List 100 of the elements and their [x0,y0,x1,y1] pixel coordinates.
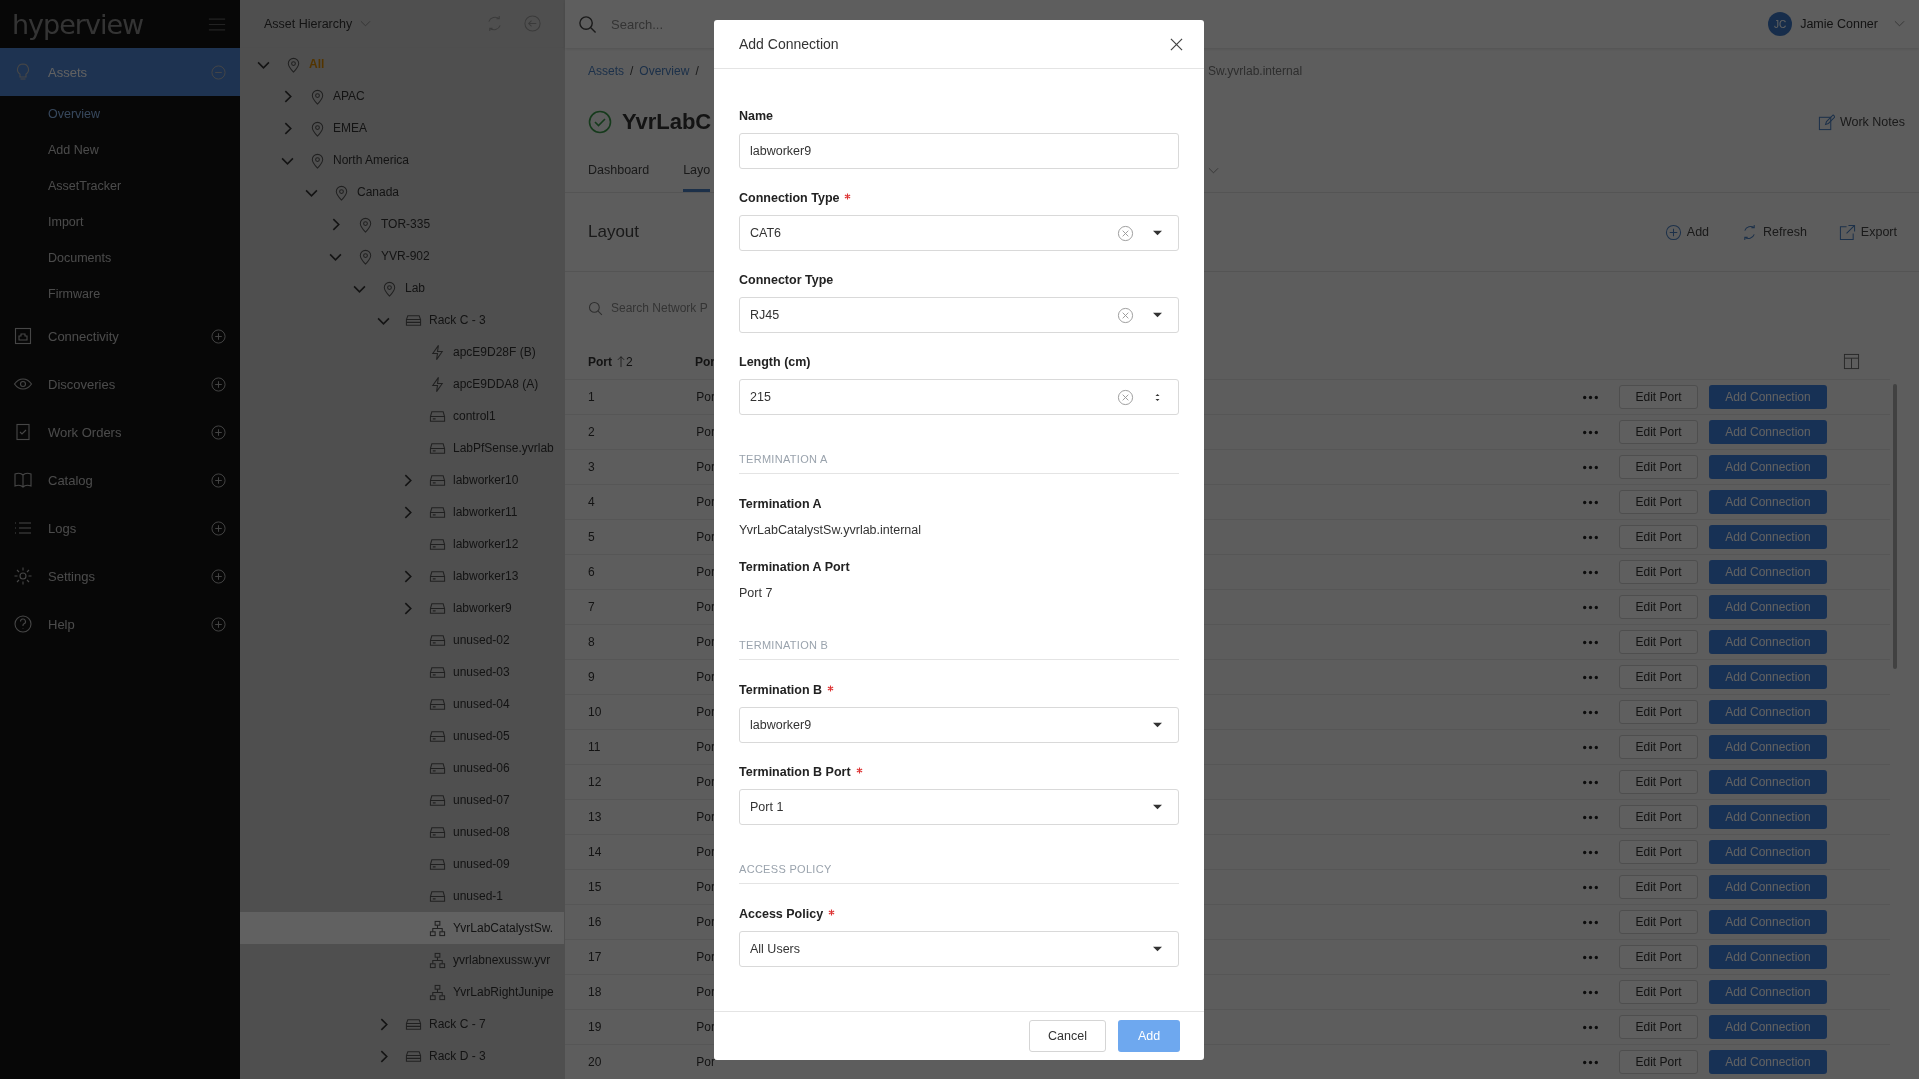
tree-item[interactable]: labworker12 [240,528,564,560]
tree-item[interactable]: unused-09 [240,848,564,880]
edit-port-button[interactable]: Edit Port [1619,875,1698,899]
add-connection-button[interactable]: Add Connection [1709,420,1827,444]
chevron-down-icon[interactable] [1208,167,1219,175]
nav-subitem[interactable]: Documents [0,240,240,276]
edit-port-button[interactable]: Edit Port [1619,700,1698,724]
edit-port-button[interactable]: Edit Port [1619,595,1698,619]
expand-icon[interactable] [211,616,226,632]
nav-item[interactable]: Assets [0,48,240,96]
tree-item[interactable]: unused-04 [240,688,564,720]
nav-item[interactable]: Connectivity [0,312,240,360]
breadcrumb-link[interactable]: Overview [639,64,690,78]
tree-item[interactable]: unused-08 [240,816,564,848]
nav-item[interactable]: Catalog [0,456,240,504]
edit-port-button[interactable]: Edit Port [1619,735,1698,759]
menu-icon[interactable] [208,16,226,32]
more-icon[interactable] [1582,884,1599,890]
column-header[interactable]: Port [588,354,612,369]
more-icon[interactable] [1582,534,1599,540]
edit-port-button[interactable]: Edit Port [1619,490,1698,514]
nav-subitem[interactable]: Add New [0,132,240,168]
select-field[interactable]: RJ45 [739,297,1179,333]
edit-port-button[interactable]: Edit Port [1619,455,1698,479]
add-connection-button[interactable]: Add Connection [1709,770,1827,794]
more-icon[interactable] [1582,639,1599,645]
tree-item[interactable]: Rack D - 3 [240,1040,564,1072]
more-icon[interactable] [1582,464,1599,470]
chevron-down-icon[interactable] [1894,20,1905,28]
tree-item[interactable]: Rack C - 7 [240,1008,564,1040]
edit-port-button[interactable]: Edit Port [1619,665,1698,689]
add-connection-button[interactable]: Add Connection [1709,875,1827,899]
collapse-icon[interactable] [211,64,226,80]
tree-item[interactable]: Rack C - 3 [240,304,564,336]
add-connection-button[interactable]: Add Connection [1709,735,1827,759]
caret-icon[interactable] [1153,720,1162,730]
tree-item[interactable]: apcE9DDA8 (A) [240,368,564,400]
nav-item[interactable]: Settings [0,552,240,600]
add-button[interactable]: Add [1664,221,1710,243]
tree-item[interactable]: North America [240,144,564,176]
tree-item[interactable]: EMEA [240,112,564,144]
spinner-icon[interactable] [1153,392,1162,402]
add-connection-button[interactable]: Add Connection [1709,1015,1827,1039]
edit-port-button[interactable]: Edit Port [1619,770,1698,794]
expand-icon[interactable] [211,328,226,344]
add-connection-button[interactable]: Add Connection [1709,1050,1827,1074]
tree-item[interactable]: YVR-902 [240,240,564,272]
tree-item[interactable]: unused-06 [240,752,564,784]
edit-port-button[interactable]: Edit Port [1619,980,1698,1004]
more-icon[interactable] [1582,849,1599,855]
add-connection-button[interactable]: Add Connection [1709,700,1827,724]
close-icon[interactable] [1170,37,1183,51]
add-connection-button[interactable]: Add Connection [1709,805,1827,829]
add-connection-button[interactable]: Add Connection [1709,910,1827,934]
add-connection-button[interactable]: Add Connection [1709,840,1827,864]
tree-item[interactable]: LabPfSense.yvrlab [240,432,564,464]
tree-item[interactable]: All [240,48,564,80]
caret-icon[interactable] [1153,944,1162,954]
work-notes-button[interactable]: Work Notes [1817,111,1905,133]
edit-port-button[interactable]: Edit Port [1619,840,1698,864]
nav-subitem[interactable]: Overview [0,96,240,132]
add-connection-button[interactable]: Add Connection [1709,945,1827,969]
add-connection-button[interactable]: Add Connection [1709,455,1827,479]
more-icon[interactable] [1582,814,1599,820]
more-icon[interactable] [1582,989,1599,995]
nav-subitem[interactable]: AssetTracker [0,168,240,204]
edit-port-button[interactable]: Edit Port [1619,420,1698,444]
clear-icon[interactable] [1117,306,1134,324]
more-icon[interactable] [1582,569,1599,575]
tree-item[interactable]: labworker10 [240,464,564,496]
more-icon[interactable] [1582,499,1599,505]
more-icon[interactable] [1582,1024,1599,1030]
more-icon[interactable] [1582,954,1599,960]
column-header[interactable]: Por [695,354,715,369]
more-icon[interactable] [1582,919,1599,925]
add-connection-button[interactable]: Add Connection [1709,385,1827,409]
more-icon[interactable] [1582,1059,1599,1065]
more-icon[interactable] [1582,744,1599,750]
tree-item[interactable]: APAC [240,80,564,112]
edit-port-button[interactable]: Edit Port [1619,385,1698,409]
tree-item[interactable]: YvrLabRightJunipe [240,976,564,1008]
nav-item[interactable]: Help [0,600,240,648]
tree-item[interactable]: Canada [240,176,564,208]
nav-subitem[interactable]: Firmware [0,276,240,312]
clear-icon[interactable] [1117,224,1134,242]
edit-port-button[interactable]: Edit Port [1619,1050,1698,1074]
expand-icon[interactable] [211,376,226,392]
caret-icon[interactable] [1153,802,1162,812]
add-connection-button[interactable]: Add Connection [1709,525,1827,549]
tab[interactable]: Dashboard [588,150,650,192]
expand-icon[interactable] [211,568,226,584]
clear-icon[interactable] [1117,388,1134,406]
select-field[interactable]: All Users [739,931,1179,967]
tree-item[interactable]: Lab [240,272,564,304]
tree-item[interactable]: labworker13 [240,560,564,592]
panel-title[interactable]: Asset Hierarchy [264,16,353,31]
columns-icon[interactable] [1843,353,1860,370]
add-connection-button[interactable]: Add Connection [1709,980,1827,1004]
select-field[interactable]: Port 1 [739,789,1179,825]
tree-item[interactable]: labworker9 [240,592,564,624]
